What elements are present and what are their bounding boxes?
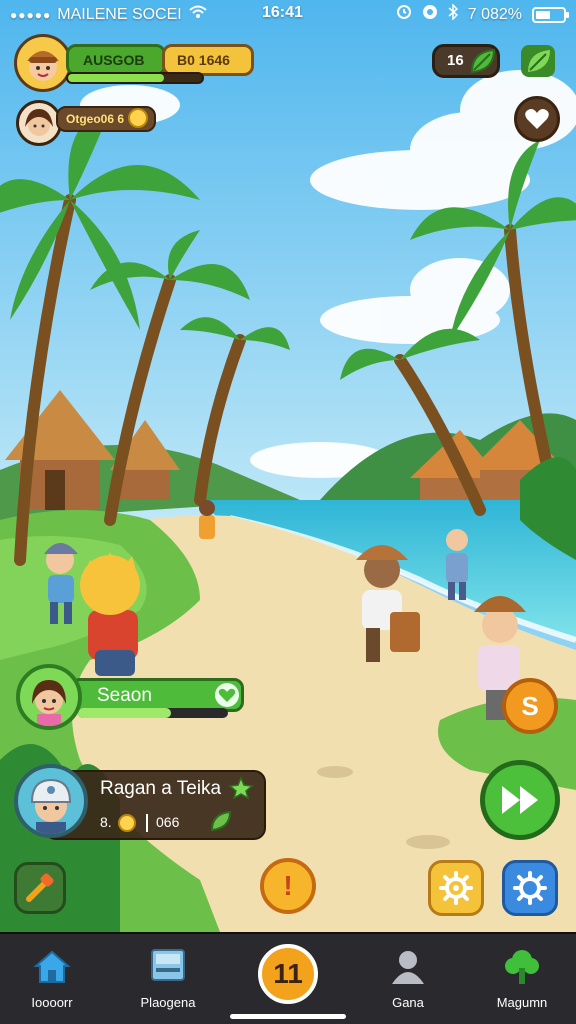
options-button[interactable] (502, 860, 558, 916)
nav-label-home: Ioooorr (31, 995, 73, 1010)
battery-level (536, 10, 550, 19)
system-icons: 7 082% (396, 3, 569, 25)
girl-avatar-icon (25, 109, 53, 136)
fast-forward-button[interactable] (480, 760, 560, 840)
quest-avatar[interactable] (14, 764, 88, 838)
coin-icon (118, 814, 136, 832)
leaf-icon (470, 48, 496, 74)
season-heart-icon (215, 683, 239, 707)
xp-bar-fill (68, 74, 164, 82)
divider (146, 814, 148, 832)
gear-icon (513, 871, 547, 905)
hint-label: ! (283, 870, 293, 901)
quest-stat-right: 066 (156, 814, 180, 830)
hammer-icon (26, 873, 54, 902)
location-icon (422, 4, 438, 25)
season-avatar[interactable] (16, 664, 82, 730)
quest-stat-left: 8. (100, 814, 112, 830)
gear-icon (439, 871, 473, 905)
build-tool-button[interactable] (14, 862, 66, 914)
favorite-button[interactable] (514, 96, 560, 142)
status-bar: ●●●●● MAILENE SOCEI 16:41 7 082% (0, 0, 576, 28)
leaf-icon (210, 810, 232, 832)
nav-item-home[interactable]: Ioooorr (2, 946, 102, 1010)
nav-label-map: Plaogena (140, 995, 196, 1010)
coin-icon (128, 108, 148, 128)
leaf-shop-button[interactable] (520, 44, 556, 78)
helmet-avatar-icon (30, 778, 72, 834)
coin-shop-button[interactable]: S (502, 678, 558, 734)
season-progress-fill (78, 708, 171, 718)
battery-icon (532, 6, 569, 23)
quest-title: Ragan a Teika (100, 778, 222, 799)
carrier-label: MAILENE SOCEI (57, 5, 182, 23)
house-icon (33, 950, 71, 983)
home-indicator[interactable] (230, 1014, 346, 1019)
hint-button[interactable]: ! (260, 858, 316, 914)
character-distant[interactable] (199, 500, 215, 539)
player-avatar[interactable] (14, 34, 72, 92)
season-progress (78, 708, 228, 718)
nav-item-profile[interactable]: Gana (358, 946, 458, 1010)
leaf-count: 16 (447, 52, 464, 69)
nav-item-map[interactable]: Plaogena (118, 946, 218, 1010)
heart-icon (525, 109, 549, 129)
fast-forward-icon (502, 786, 538, 814)
star-leaf-icon (228, 776, 254, 800)
person-icon (392, 951, 424, 984)
bluetooth-icon (448, 3, 458, 25)
settings-gear-button[interactable] (428, 860, 484, 916)
coin-label: S (521, 690, 539, 721)
season-label: Seaon (97, 685, 152, 706)
girl-avatar-icon (32, 680, 66, 726)
carrier-group: ●●●●● MAILENE SOCEI (10, 4, 208, 25)
signal-icon: ●●●●● (10, 7, 52, 22)
battery-percent: 7 082% (467, 5, 522, 23)
boy-avatar-icon (27, 51, 59, 81)
nav-center-button[interactable]: 11 (258, 944, 318, 1004)
xp-bar (66, 72, 204, 84)
wifi-icon (188, 4, 208, 25)
nav-center-label: 11 (273, 958, 303, 989)
nav-label-garden: Magumn (496, 995, 548, 1010)
nav-label-profile: Gana (392, 995, 424, 1010)
alarm-icon (396, 4, 412, 25)
tree-icon (505, 950, 539, 984)
map-board-icon (151, 949, 185, 981)
nav-item-garden[interactable]: Magumn (472, 946, 572, 1010)
clock: 16:41 (262, 4, 303, 21)
